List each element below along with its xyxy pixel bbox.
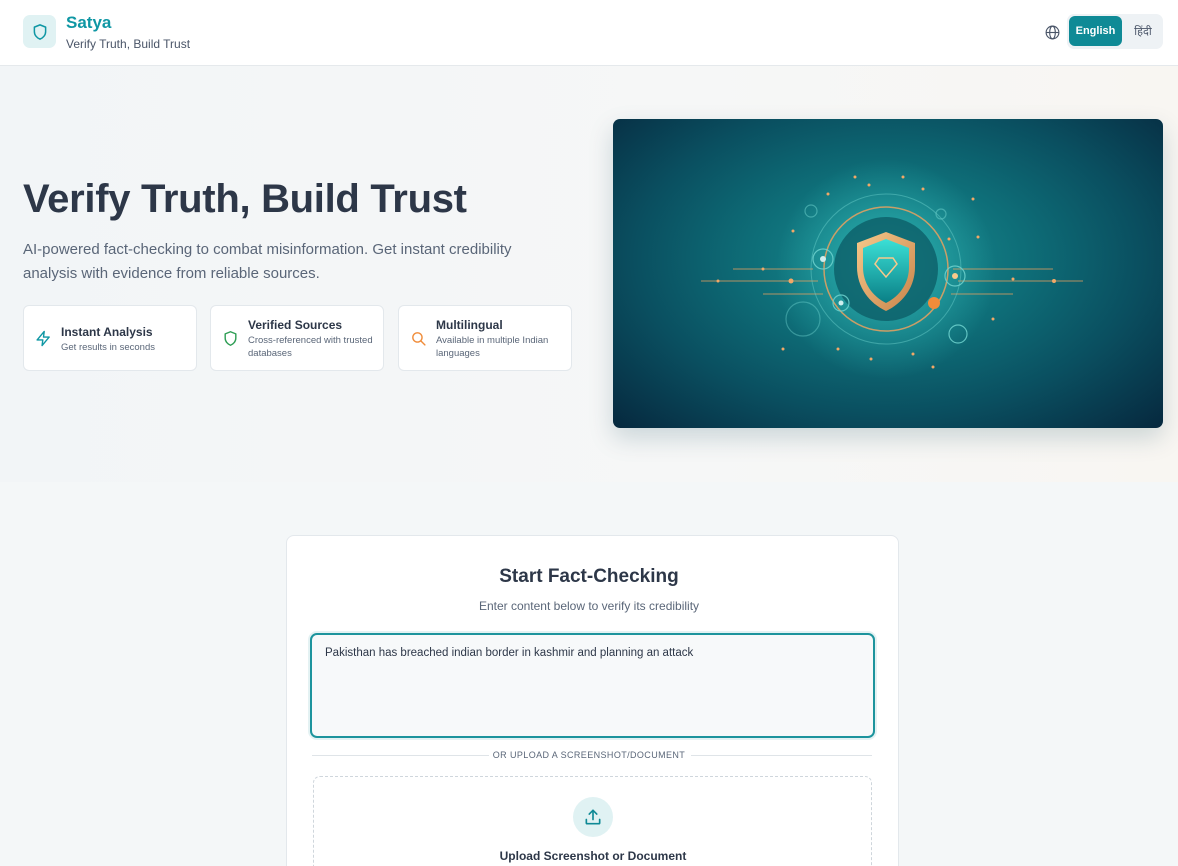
feature-description: Cross-referenced with trusted databases	[248, 335, 373, 359]
shield-icon	[33, 23, 46, 40]
feature-card-verified-sources: Verified Sources Cross-referenced with t…	[210, 305, 384, 371]
upload-label: Upload Screenshot or Document	[499, 849, 687, 863]
claim-input[interactable]: Pakisthan has breached indian border in …	[310, 633, 875, 738]
brand-tagline: Verify Truth, Build Trust	[66, 37, 191, 51]
feature-description: Available in multiple Indian languages	[436, 335, 549, 359]
globe-icon	[1045, 25, 1060, 40]
upload-divider-label: OR UPLOAD A SCREENSHOT/DOCUMENT	[488, 750, 690, 760]
lightning-icon	[36, 330, 50, 347]
hero-description: AI-powered fact-checking to combat misin…	[23, 241, 512, 282]
top-header: Satya Verify Truth, Build Trust English …	[0, 0, 1178, 66]
upload-button-icon[interactable]	[573, 797, 613, 837]
upload-divider: OR UPLOAD A SCREENSHOT/DOCUMENT	[0, 750, 1178, 760]
feature-title: Multilingual	[436, 318, 503, 332]
feature-title: Verified Sources	[248, 318, 343, 332]
hero-illustration	[613, 119, 1163, 428]
fact-check-subtitle: Enter content below to verify its credib…	[478, 599, 700, 613]
shield-network-illustration	[701, 159, 1083, 379]
upload-icon	[585, 809, 601, 825]
logo[interactable]	[23, 15, 56, 48]
language-english-button[interactable]: English	[1069, 16, 1122, 46]
language-switcher: English हिंदी	[1067, 14, 1163, 49]
feature-card-instant-analysis: Instant Analysis Get results in seconds	[23, 305, 197, 371]
search-icon	[412, 332, 426, 346]
fact-check-title: Start Fact-Checking	[499, 566, 679, 587]
language-hindi-button[interactable]: हिंदी	[1125, 16, 1161, 46]
hero-title: Verify Truth, Build Trust	[23, 177, 467, 221]
brand-name[interactable]: Satya	[66, 13, 111, 33]
feature-card-multilingual: Multilingual Available in multiple India…	[398, 305, 572, 371]
shield-icon	[224, 331, 237, 346]
feature-title: Instant Analysis	[61, 325, 153, 339]
feature-description: Get results in seconds	[61, 342, 155, 353]
